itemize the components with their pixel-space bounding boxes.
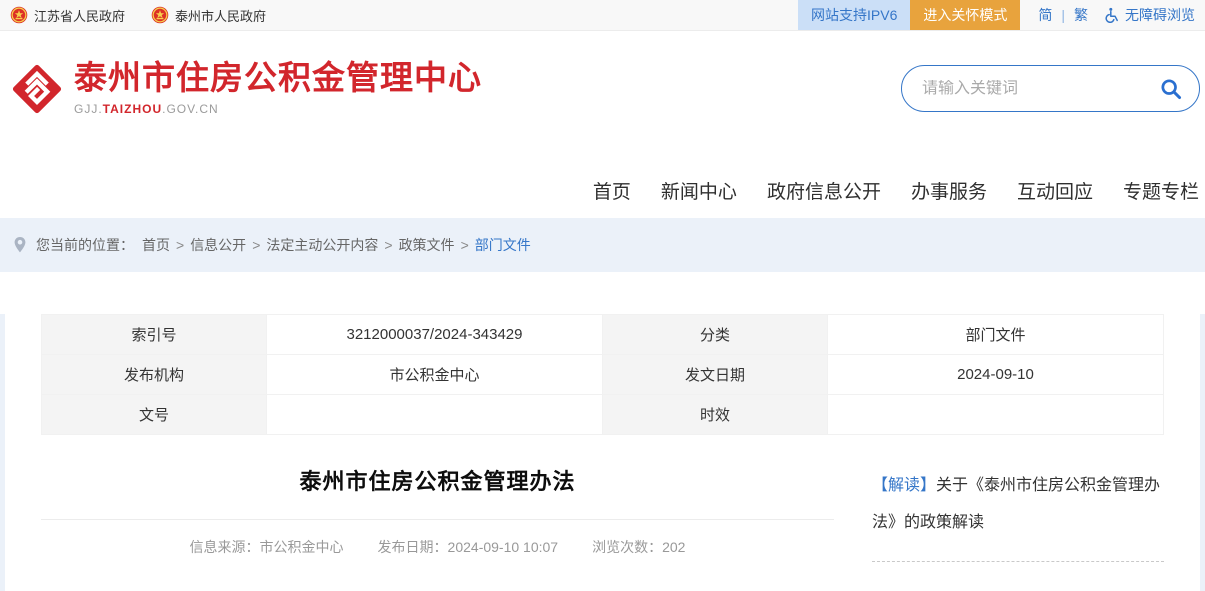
- search-button[interactable]: [1159, 77, 1183, 101]
- accessibility-label: 无障碍浏览: [1125, 5, 1195, 25]
- logo-text: 泰州市住房公积金管理中心 GJJ.TAIZHOU.GOV.CN: [74, 58, 482, 116]
- breadcrumb-prefix: 您当前的位置：: [36, 235, 134, 255]
- breadcrumb-separator: >: [461, 237, 469, 253]
- top-utility-bar: 江苏省人民政府 泰州市人民政府 网站支持IPV6 进入关怀模式 简 | 繁: [0, 0, 1205, 31]
- gov-link-label: 泰州市人民政府: [175, 6, 266, 25]
- site-logo[interactable]: 泰州市住房公积金管理中心 GJJ.TAIZHOU.GOV.CN: [10, 58, 482, 116]
- ipv6-badge[interactable]: 网站支持IPV6: [798, 0, 910, 30]
- simplified-chinese-button[interactable]: 简: [1038, 5, 1052, 25]
- document-meta-table: 索引号 3212000037/2024-343429 分类 部门文件 发布机构 …: [41, 314, 1164, 435]
- topbar-tools: 网站支持IPV6 进入关怀模式 简 | 繁 无障碍浏览: [798, 0, 1205, 30]
- lang-separator: |: [1061, 7, 1065, 23]
- care-mode-button[interactable]: 进入关怀模式: [910, 0, 1020, 30]
- meta-value-validity: [828, 395, 1164, 435]
- nav-item-info-disclosure[interactable]: 政府信息公开: [767, 177, 881, 204]
- domain-highlight: TAIZHOU: [103, 102, 162, 116]
- site-header: 泰州市住房公积金管理中心 GJJ.TAIZHOU.GOV.CN 首页 新闻中心 …: [0, 31, 1205, 218]
- article-meta-line: 信息来源：市公积金中心 发布日期：2024-09-10 10:07 浏览次数：2…: [41, 537, 834, 557]
- gov-links: 江苏省人民政府 泰州市人民政府: [10, 0, 266, 30]
- views-value: 202: [662, 539, 685, 555]
- logo-diamond-icon: [10, 62, 64, 116]
- breadcrumb: 您当前的位置： 首页 > 信息公开 > 法定主动公开内容 > 政策文件 > 部门…: [0, 218, 1205, 272]
- source-value: 市公积金中心: [260, 539, 344, 555]
- date-value: 2024-09-10 10:07: [448, 539, 559, 555]
- nav-item-interaction[interactable]: 互动回应: [1017, 177, 1093, 204]
- table-row: 索引号 3212000037/2024-343429 分类 部门文件: [42, 315, 1164, 355]
- breadcrumb-separator: >: [176, 237, 184, 253]
- national-emblem-icon: [10, 6, 28, 24]
- breadcrumb-item-home[interactable]: 首页: [142, 235, 170, 255]
- link-taizhou-gov[interactable]: 泰州市人民政府: [151, 6, 266, 25]
- table-row: 发布机构 市公积金中心 发文日期 2024-09-10: [42, 355, 1164, 395]
- link-jiangsu-gov[interactable]: 江苏省人民政府: [10, 6, 125, 25]
- title-divider: [41, 519, 834, 520]
- meta-label-issuing-agency: 发布机构: [42, 355, 267, 395]
- breadcrumb-separator: >: [384, 237, 392, 253]
- meta-label-validity: 时效: [603, 395, 828, 435]
- search-box: [901, 65, 1200, 112]
- wheelchair-icon: [1104, 7, 1120, 23]
- location-pin-icon: [12, 236, 28, 254]
- main-content-area: 索引号 3212000037/2024-343429 分类 部门文件 发布机构 …: [0, 314, 1205, 591]
- meta-value-index-number: 3212000037/2024-343429: [267, 315, 603, 355]
- accessibility-button[interactable]: 无障碍浏览: [1104, 5, 1195, 25]
- site-title: 泰州市住房公积金管理中心: [74, 58, 482, 98]
- national-emblem-icon: [151, 6, 169, 24]
- main-nav: 首页 新闻中心 政府信息公开 办事服务 互动回应 专题专栏: [593, 177, 1205, 204]
- search-icon: [1160, 78, 1182, 100]
- breadcrumb-separator: >: [252, 237, 260, 253]
- date-label: 发布日期：: [378, 539, 448, 555]
- views-info: 浏览次数：202: [592, 537, 685, 557]
- nav-item-news[interactable]: 新闻中心: [661, 177, 737, 204]
- content-panel: 索引号 3212000037/2024-343429 分类 部门文件 发布机构 …: [5, 314, 1200, 591]
- views-label: 浏览次数：: [592, 539, 662, 555]
- domain-suffix: .GOV.CN: [162, 102, 219, 116]
- meta-label-category: 分类: [603, 315, 828, 355]
- meta-value-category: 部门文件: [828, 315, 1164, 355]
- meta-label-issue-date: 发文日期: [603, 355, 828, 395]
- meta-value-issuing-agency: 市公积金中心: [267, 355, 603, 395]
- domain-prefix: GJJ.: [74, 102, 103, 116]
- breadcrumb-item-info-disclosure[interactable]: 信息公开: [190, 235, 246, 255]
- table-row: 文号 时效: [42, 395, 1164, 435]
- nav-item-services[interactable]: 办事服务: [911, 177, 987, 204]
- gov-link-label: 江苏省人民政府: [34, 6, 125, 25]
- article-section: 泰州市住房公积金管理办法 信息来源：市公积金中心 发布日期：2024-09-10…: [41, 435, 1164, 562]
- site-domain: GJJ.TAIZHOU.GOV.CN: [74, 102, 482, 116]
- breadcrumb-item-statutory-content[interactable]: 法定主动公开内容: [266, 235, 378, 255]
- language-switch: 简 | 繁: [1038, 5, 1088, 25]
- meta-label-document-number: 文号: [42, 395, 267, 435]
- source-label: 信息来源：: [190, 539, 260, 555]
- nav-item-special-topics[interactable]: 专题专栏: [1123, 177, 1199, 204]
- meta-value-issue-date: 2024-09-10: [828, 355, 1164, 395]
- search-input[interactable]: [922, 80, 1159, 98]
- related-interpretation-link[interactable]: 【解读】关于《泰州市住房公积金管理办法》的政策解读: [872, 467, 1164, 562]
- breadcrumb-current-department-documents[interactable]: 部门文件: [475, 235, 531, 255]
- meta-value-document-number: [267, 395, 603, 435]
- publish-date-info: 发布日期：2024-09-10 10:07: [378, 537, 559, 557]
- nav-item-home[interactable]: 首页: [593, 177, 631, 204]
- related-sidebar: 【解读】关于《泰州市住房公积金管理办法》的政策解读: [872, 435, 1164, 562]
- interpretation-tag: 【解读】: [872, 477, 936, 494]
- traditional-chinese-button[interactable]: 繁: [1074, 5, 1088, 25]
- article-main: 泰州市住房公积金管理办法 信息来源：市公积金中心 发布日期：2024-09-10…: [41, 435, 834, 557]
- source-info: 信息来源：市公积金中心: [190, 537, 344, 557]
- breadcrumb-item-policy-documents[interactable]: 政策文件: [399, 235, 455, 255]
- page-title: 泰州市住房公积金管理办法: [41, 464, 834, 496]
- meta-label-index-number: 索引号: [42, 315, 267, 355]
